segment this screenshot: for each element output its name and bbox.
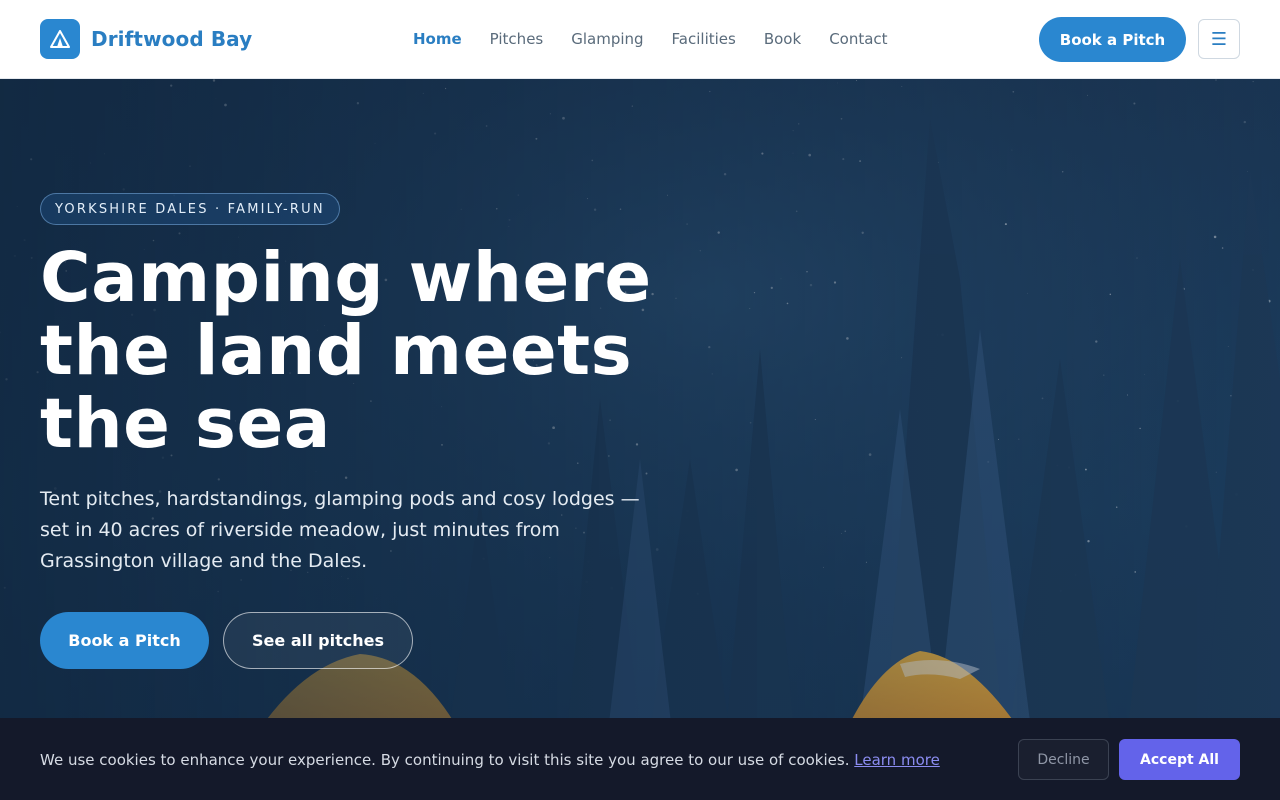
cookie-text: We use cookies to enhance your experienc… xyxy=(40,751,850,769)
hero-section: YORKSHIRE DALES · FAMILY-RUN Camping whe… xyxy=(0,79,1280,800)
main-nav: Home Pitches Glamping Facilities Book Co… xyxy=(413,29,916,49)
nav-link-glamping[interactable]: Glamping xyxy=(571,29,643,49)
accept-cookies-button[interactable]: Accept All xyxy=(1119,739,1240,780)
brand-name: Driftwood Bay xyxy=(91,27,253,51)
book-pitch-button[interactable]: Book a Pitch xyxy=(40,612,209,669)
see-all-pitches-button[interactable]: See all pitches xyxy=(223,612,413,669)
cookie-message: We use cookies to enhance your experienc… xyxy=(40,750,940,770)
nav-link-contact[interactable]: Contact xyxy=(829,29,887,49)
nav-link-book[interactable]: Book xyxy=(764,29,801,49)
tent-icon xyxy=(40,19,80,59)
nav-link-facilities[interactable]: Facilities xyxy=(672,29,736,49)
site-header: Driftwood Bay Home Pitches Glamping Faci… xyxy=(0,0,1280,79)
learn-more-link[interactable]: Learn more xyxy=(854,751,940,769)
hero-title: Camping where the land meets the sea xyxy=(40,238,652,464)
nav-link-pitches[interactable]: Pitches xyxy=(490,29,544,49)
nav-link-home[interactable]: Home xyxy=(413,29,462,49)
cookie-banner: We use cookies to enhance your experienc… xyxy=(0,718,1280,800)
brand-logo[interactable]: Driftwood Bay xyxy=(40,19,252,59)
location-badge: YORKSHIRE DALES · FAMILY-RUN xyxy=(40,193,340,225)
header-book-button[interactable]: Book a Pitch xyxy=(1039,17,1186,62)
hero-subtitle: Tent pitches, hardstandings, glamping po… xyxy=(40,488,640,572)
hamburger-menu-icon[interactable]: ☰ xyxy=(1198,19,1240,59)
decline-cookies-button[interactable]: Decline xyxy=(1018,739,1109,780)
